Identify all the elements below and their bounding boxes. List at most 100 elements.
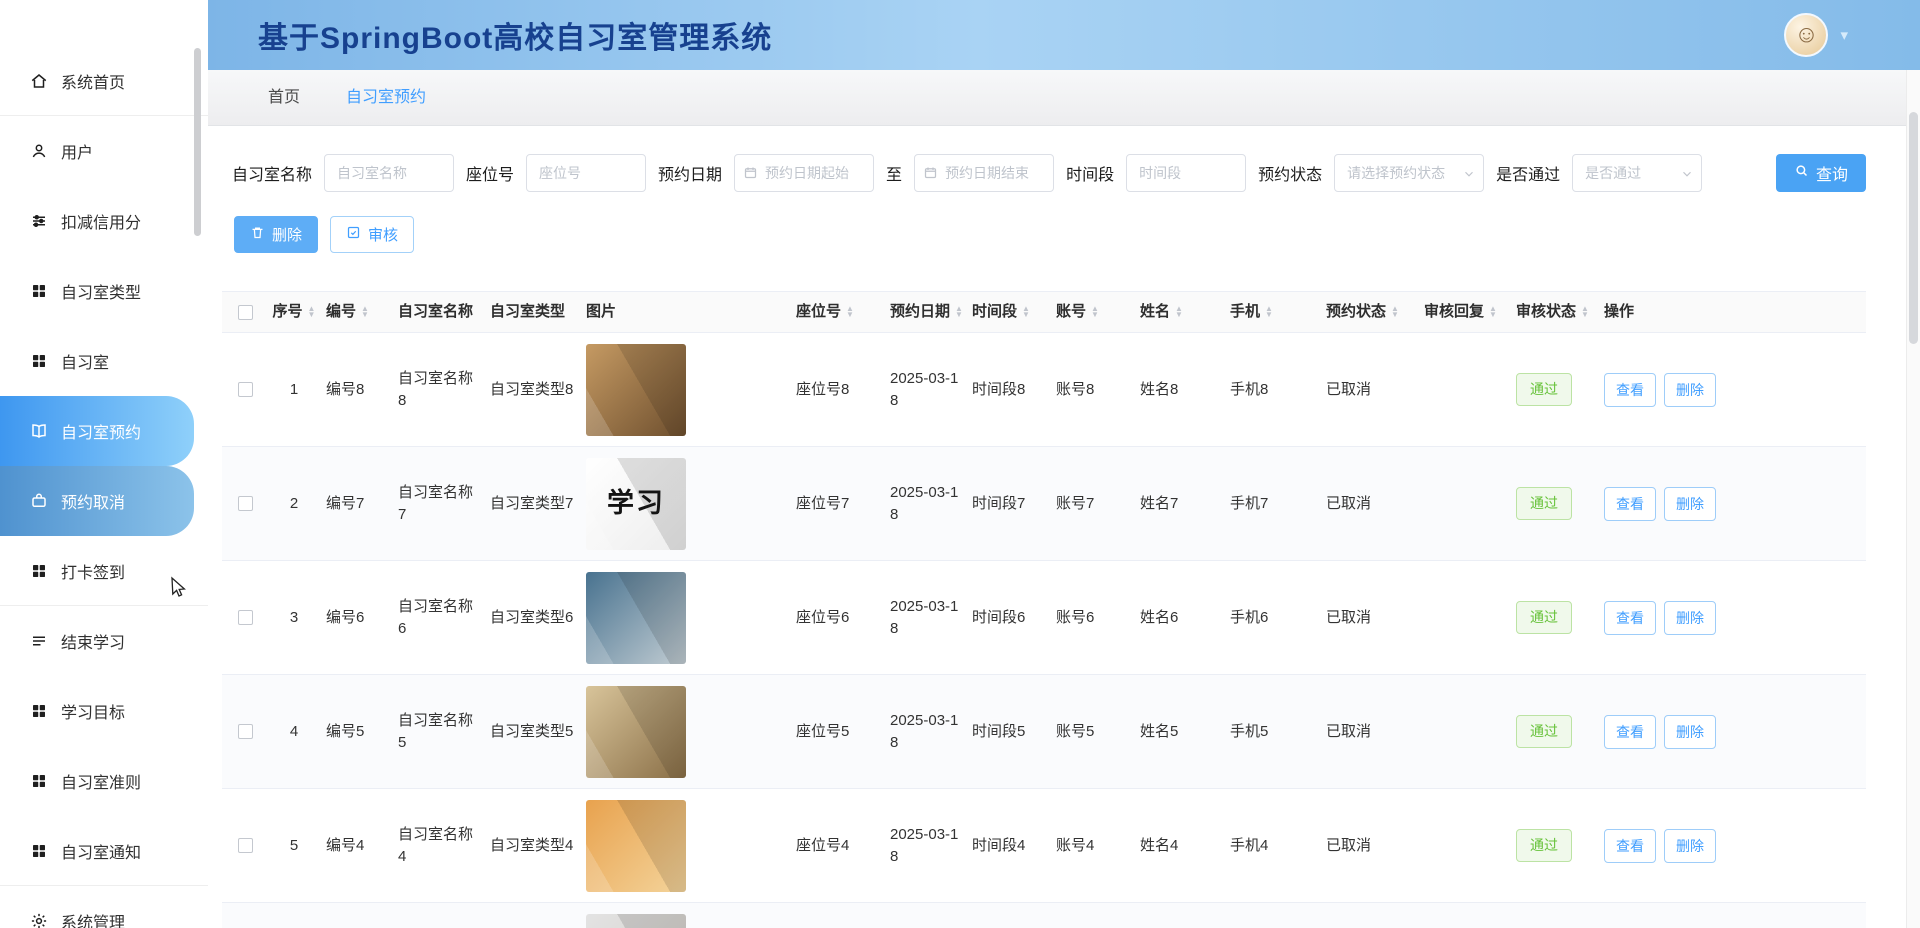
row-checkbox[interactable]	[238, 838, 253, 853]
row-delete-button[interactable]: 删除	[1664, 715, 1716, 749]
column-header-seq[interactable]: 序号▲▼	[268, 301, 320, 323]
cell-seq: 5	[268, 835, 320, 857]
column-header-date[interactable]: 预约日期▲▼	[884, 301, 966, 323]
sidebar-item-label: 自习室通知	[61, 839, 141, 863]
cell-room_type-value: 自习室类型7	[490, 495, 573, 512]
list-icon	[30, 632, 48, 650]
tab-reservation[interactable]: 自习室预约	[346, 70, 426, 126]
cell-room_type-value: 自习室类型8	[490, 381, 573, 398]
row-view-button[interactable]: 查看	[1604, 829, 1656, 863]
sort-carets-icon[interactable]: ▲▼	[308, 306, 316, 318]
row-delete-button[interactable]: 删除	[1664, 373, 1716, 407]
sidebar-scrollbar[interactable]	[194, 48, 201, 236]
sort-carets-icon[interactable]: ▲▼	[1265, 306, 1273, 318]
tab-home[interactable]: 首页	[268, 70, 300, 126]
sidebar-item-home[interactable]: 系统首页	[0, 46, 208, 116]
column-label: 账号	[1056, 301, 1086, 323]
chevron-down-icon[interactable]: ▾	[1840, 26, 1848, 44]
sidebar-item-reservation[interactable]: 自习室预约	[0, 396, 194, 466]
row-delete-button[interactable]: 删除	[1664, 487, 1716, 521]
home-icon	[30, 72, 48, 90]
column-header-name[interactable]: 姓名▲▼	[1134, 301, 1224, 323]
search-button[interactable]: 查询	[1776, 154, 1866, 192]
sidebar-item-end-study[interactable]: 结束学习	[0, 606, 208, 676]
cell-seat-value: 座位号6	[796, 609, 849, 626]
select-all-checkbox[interactable]	[238, 305, 253, 320]
column-header-review_status[interactable]: 审核状态▲▼	[1510, 301, 1598, 323]
column-header-image: 图片	[580, 301, 790, 323]
sidebar-item-rules[interactable]: 自习室准则	[0, 746, 208, 816]
row-checkbox[interactable]	[238, 724, 253, 739]
room-photo	[586, 686, 686, 778]
cell-actions: 查看删除	[1598, 487, 1866, 521]
sidebar-item-checkin[interactable]: 打卡签到	[0, 536, 208, 606]
row-view-button[interactable]: 查看	[1604, 601, 1656, 635]
sort-carets-icon[interactable]: ▲▼	[1091, 306, 1099, 318]
row-view-button[interactable]: 查看	[1604, 715, 1656, 749]
sidebar-item-system[interactable]: 系统管理	[0, 886, 208, 928]
page-scrollbar[interactable]	[1906, 70, 1920, 928]
date-end-input[interactable]	[914, 154, 1054, 192]
row-view-button[interactable]: 查看	[1604, 487, 1656, 521]
sidebar-item-users[interactable]: 用户	[0, 116, 208, 186]
cell-slot: 时间段8	[966, 379, 1050, 401]
cell-date: 2025-03-18	[884, 824, 966, 868]
sort-carets-icon[interactable]: ▲▼	[1581, 306, 1589, 318]
cell-reserve_status-value: 已取消	[1326, 837, 1371, 854]
sidebar-item-room[interactable]: 自习室	[0, 326, 208, 396]
approved-select[interactable]: 是否通过	[1572, 154, 1702, 192]
cell-room_name-value: 自习室名称7	[398, 484, 473, 523]
column-header-account[interactable]: 账号 ▲▼	[1050, 301, 1134, 323]
chevron-down-icon	[1680, 167, 1694, 181]
cell-seq-value: 4	[290, 721, 298, 743]
toolbar: 删除 审核	[208, 216, 1920, 253]
avatar[interactable]: ☺	[1784, 13, 1828, 57]
column-header-phone[interactable]: 手机▲▼	[1224, 301, 1320, 323]
row-view-button[interactable]: 查看	[1604, 373, 1656, 407]
review-button[interactable]: 审核	[330, 216, 414, 253]
sort-carets-icon[interactable]: ▲▼	[361, 306, 369, 318]
scrollbar-thumb[interactable]	[1909, 112, 1918, 344]
seat-input[interactable]	[526, 154, 646, 192]
sidebar-item-cancel[interactable]: 预约取消	[0, 466, 194, 536]
column-header-review_reply[interactable]: 审核回复▲▼	[1418, 301, 1510, 323]
room-name-input[interactable]	[324, 154, 454, 192]
slot-input[interactable]	[1126, 154, 1246, 192]
cell-phone-value: 手机4	[1230, 837, 1268, 854]
sort-carets-icon[interactable]: ▲▼	[955, 306, 963, 318]
sidebar-item-goal[interactable]: 学习目标	[0, 676, 208, 746]
column-header-slot[interactable]: 时间段▲▼	[966, 301, 1050, 323]
sort-carets-icon[interactable]: ▲▼	[846, 306, 854, 318]
room-photo-text: 学习	[607, 484, 665, 523]
cell-account: 账号5	[1050, 721, 1134, 743]
cell-review-status: 通过	[1510, 487, 1598, 519]
sidebar-item-notice[interactable]: 自习室通知	[0, 816, 208, 886]
grid-icon	[30, 352, 48, 370]
column-header-code[interactable]: 编号▲▼	[320, 301, 392, 323]
sidebar-item-room-type[interactable]: 自习室类型	[0, 256, 208, 326]
filter-label-reserve-status: 预约状态	[1258, 161, 1322, 185]
reserve-status-select[interactable]: 请选择预约状态	[1334, 154, 1484, 192]
row-checkbox[interactable]	[238, 382, 253, 397]
sort-carets-icon[interactable]: ▲▼	[1175, 306, 1183, 318]
delete-button[interactable]: 删除	[234, 216, 318, 253]
row-delete-button[interactable]: 删除	[1664, 601, 1716, 635]
room-photo: 学习	[586, 458, 686, 550]
date-start-input[interactable]	[734, 154, 874, 192]
sort-carets-icon[interactable]: ▲▼	[1489, 306, 1497, 318]
sort-carets-icon[interactable]: ▲▼	[1391, 306, 1399, 318]
cell-room_name: 自习室名称7	[392, 482, 484, 526]
row-delete-button[interactable]: 删除	[1664, 829, 1716, 863]
sidebar-item-credit[interactable]: 扣减信用分	[0, 186, 208, 256]
cell-seat-value: 座位号5	[796, 723, 849, 740]
column-header-reserve_status[interactable]: 预约状态▲▼	[1320, 301, 1418, 323]
chevron-down-icon	[1462, 167, 1476, 181]
row-checkbox[interactable]	[238, 610, 253, 625]
row-select-cell	[222, 610, 268, 625]
row-checkbox[interactable]	[238, 496, 253, 511]
cell-code-value: 编号6	[326, 609, 364, 626]
cell-phone-value: 手机7	[1230, 495, 1268, 512]
column-header-seat[interactable]: 座位号▲▼	[790, 301, 884, 323]
sort-carets-icon[interactable]: ▲▼	[1022, 306, 1030, 318]
cell-date: 2025-03-18	[884, 368, 966, 412]
